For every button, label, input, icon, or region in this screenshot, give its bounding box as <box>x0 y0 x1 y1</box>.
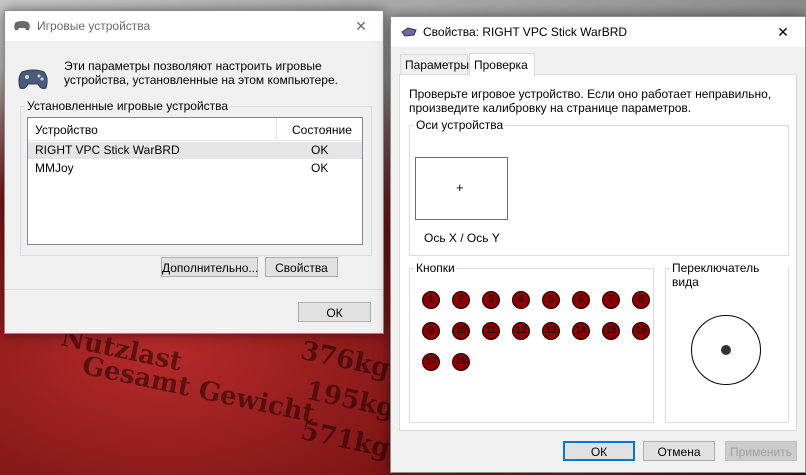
joystick-button-indicator: 6 <box>572 291 590 309</box>
tab-panel: Проверьте игровое устройство. Если оно р… <box>399 74 797 431</box>
axes-group: Оси устройства + Ось X / Ось Y <box>409 118 789 256</box>
device-status: OK <box>311 161 329 175</box>
joystick-button-indicator: 4 <box>512 291 530 309</box>
properties-window: Свойства: RIGHT VPC Stick WarBRD ✕ Парам… <box>390 16 806 473</box>
joystick-button-indicator: 3 <box>482 291 500 309</box>
joystick-button-indicator: 14 <box>572 322 590 340</box>
joystick-icon <box>401 27 417 37</box>
joystick-button-indicator: 5 <box>542 291 560 309</box>
joystick-button-indicator: 11 <box>482 322 500 340</box>
hat-position-dot <box>721 345 731 355</box>
column-header-status[interactable]: Состояние <box>292 123 352 137</box>
joystick-button-indicator: 10 <box>452 322 470 340</box>
title-bar[interactable]: Свойства: RIGHT VPC Stick WarBRD ✕ <box>391 17 805 47</box>
tab-label: Параметры <box>405 58 469 72</box>
table-row[interactable]: RIGHT VPC Stick WarBRD OK <box>28 142 362 159</box>
column-header-device[interactable]: Устройство <box>35 123 98 137</box>
device-name: MMJoy <box>35 161 74 175</box>
group-label: Оси устройства <box>414 118 506 132</box>
joystick-button-indicator: 15 <box>602 322 620 340</box>
properties-button[interactable]: Свойства <box>265 257 338 277</box>
group-label: Переключатель вида <box>670 261 788 289</box>
description-text: Эти параметры позволяют настроить игровы… <box>64 59 338 87</box>
hat-switch-group: Переключатель вида <box>665 261 789 423</box>
buttons-group: Кнопки 1 2 3 4 5 6 7 8 9 10 11 12 13 14 15 16 17 18 <box>409 261 654 423</box>
joystick-button-indicator: 8 <box>632 291 650 309</box>
joystick-button-indicator: 18 <box>452 353 470 371</box>
joystick-button-indicator: 1 <box>422 291 440 309</box>
divider <box>5 289 383 290</box>
crosshair-cursor: + <box>456 180 464 195</box>
table-row[interactable]: MMJoy OK <box>28 160 362 177</box>
background-text: 571kg <box>297 415 393 465</box>
ok-button[interactable]: ОК <box>563 441 635 461</box>
joystick-button-indicator: 17 <box>422 353 440 371</box>
gamepad-icon <box>18 69 48 89</box>
joystick-button-indicator: 16 <box>632 322 650 340</box>
window-title: Игровые устройства <box>37 19 151 33</box>
joystick-button-indicator: 13 <box>542 322 560 340</box>
group-label: Установленные игровые устройства <box>25 99 231 113</box>
background-text: Gesamt Gewicht <box>79 350 318 430</box>
axes-caption: Ось X / Ось Y <box>424 231 500 245</box>
group-label: Кнопки <box>414 261 457 275</box>
column-divider <box>276 118 277 140</box>
apply-button: Применить <box>725 441 797 461</box>
gamepad-icon <box>14 21 30 31</box>
device-name: RIGHT VPC Stick WarBRD <box>35 143 180 157</box>
tab-settings[interactable]: Параметры <box>400 54 469 74</box>
hat-circle <box>691 315 761 385</box>
close-icon[interactable]: ✕ <box>339 11 383 41</box>
advanced-button[interactable]: Дополнительно... <box>161 257 258 277</box>
cancel-button[interactable]: Отмена <box>643 441 715 461</box>
list-header: Устройство Состояние <box>28 118 362 141</box>
ok-button[interactable]: ОК <box>298 302 371 322</box>
close-icon[interactable]: ✕ <box>761 17 805 47</box>
game-controllers-window: Игровые устройства ✕ Эти параметры позво… <box>4 10 384 334</box>
joystick-button-indicator: 2 <box>452 291 470 309</box>
tab-test[interactable]: Проверка <box>469 53 535 76</box>
joystick-button-indicator: 12 <box>512 322 530 340</box>
joystick-button-indicator: 7 <box>602 291 620 309</box>
devices-list[interactable]: Устройство Состояние RIGHT VPC Stick War… <box>27 117 363 245</box>
window-title: Свойства: RIGHT VPC Stick WarBRD <box>423 25 628 39</box>
xy-axis-box: + <box>415 157 508 220</box>
joystick-button-indicator: 9 <box>422 322 440 340</box>
title-bar[interactable]: Игровые устройства ✕ <box>5 11 383 41</box>
tab-label: Проверка <box>474 58 528 72</box>
device-status: OK <box>311 143 329 157</box>
instructions-text: Проверьте игровое устройство. Если оно р… <box>409 87 772 115</box>
